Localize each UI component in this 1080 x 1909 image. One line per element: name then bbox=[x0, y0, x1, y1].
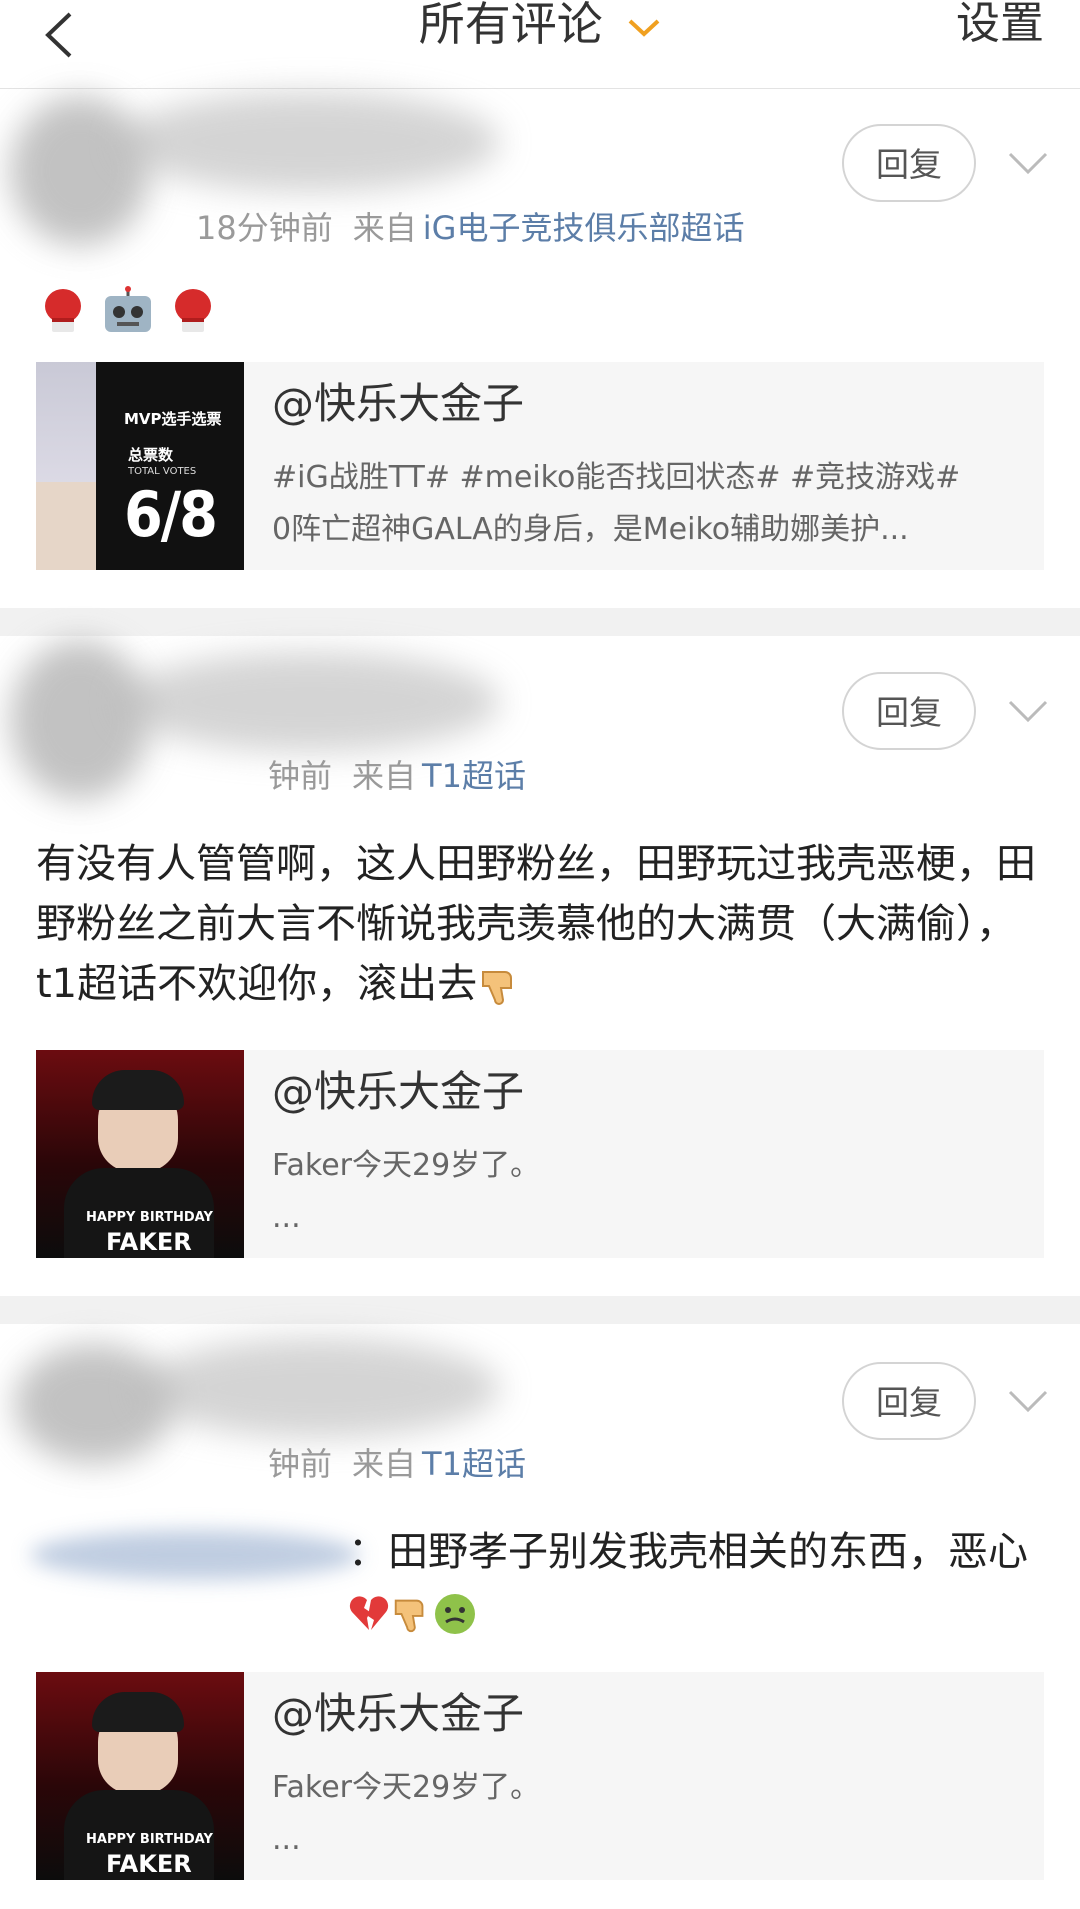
quoted-post-card[interactable]: MVP选手选票 总票数 TOTAL VOTES 6/8 @快乐大金子 #iG战胜… bbox=[36, 362, 1044, 570]
username-blurred bbox=[120, 652, 500, 752]
boxing-glove-icon bbox=[45, 289, 81, 332]
chevron-down-icon bbox=[628, 19, 660, 37]
top-bar: 所有评论 设置 bbox=[0, 0, 1080, 89]
thumbnail-caption: MVP选手选票 bbox=[124, 410, 222, 428]
username-blurred bbox=[120, 92, 500, 192]
username-blurred bbox=[140, 1338, 500, 1438]
comment-text: ：田野孝子别发我壳相关的东西，恶心 bbox=[348, 1529, 1028, 1575]
expand-chevron-icon[interactable] bbox=[1008, 150, 1048, 178]
reply-button[interactable]: 回复 bbox=[842, 672, 976, 750]
comment-meta: 18分钟前 来自 iG电子竞技俱乐部超话 bbox=[196, 208, 744, 248]
reply-button[interactable]: 回复 bbox=[842, 124, 976, 202]
thumbs-down-icon bbox=[482, 971, 513, 1005]
thumbnail-caption: FAKER bbox=[106, 1228, 192, 1256]
card-excerpt-line: Faker今天29岁了。 bbox=[272, 1770, 541, 1805]
comment-meta: 钟前 来自 T1超话 bbox=[268, 1444, 526, 1484]
post-thumbnail: HAPPY BIRTHDAY FAKER bbox=[36, 1050, 244, 1258]
card-excerpt: #iG战胜TT# #meiko能否找回状态# #竞技游戏# 0阵亡超神GALA的… bbox=[272, 452, 1022, 556]
comment-time: 钟前 bbox=[268, 757, 333, 795]
section-divider bbox=[0, 608, 1080, 636]
page-title-text: 所有评论 bbox=[418, 0, 603, 51]
avatar-blurred bbox=[10, 96, 150, 246]
thumbnail-caption: HAPPY BIRTHDAY bbox=[86, 1210, 213, 1225]
post-thumbnail: HAPPY BIRTHDAY FAKER bbox=[36, 1672, 244, 1880]
comment-time: 钟前 bbox=[268, 1445, 333, 1483]
card-excerpt: Faker今天29岁了。 ... bbox=[272, 1762, 1022, 1866]
comment-time: 18分钟前 bbox=[196, 209, 333, 247]
expand-chevron-icon[interactable] bbox=[1008, 1388, 1048, 1416]
topic-link[interactable]: T1超话 bbox=[422, 757, 526, 795]
emoji-row bbox=[40, 286, 216, 340]
topic-link[interactable]: T1超话 bbox=[422, 1445, 526, 1483]
card-excerpt-line: 0阵亡超神GALA的身后，是Meiko辅助娜美护... bbox=[272, 512, 909, 547]
thumbnail-caption: HAPPY BIRTHDAY bbox=[86, 1832, 213, 1847]
comment-source-label: 来自 bbox=[352, 209, 417, 247]
card-excerpt-line: Faker今天29岁了。 bbox=[272, 1148, 541, 1183]
card-excerpt: Faker今天29岁了。 ... bbox=[272, 1140, 1022, 1244]
card-author: @快乐大金子 bbox=[272, 1689, 525, 1738]
card-excerpt-line: ... bbox=[272, 1200, 301, 1235]
avatar-blurred bbox=[10, 640, 150, 800]
quoted-post-card[interactable]: HAPPY BIRTHDAY FAKER @快乐大金子 Faker今天29岁了。… bbox=[36, 1050, 1044, 1258]
card-excerpt-line: #iG战胜TT# #meiko能否找回状态# #竞技游戏# bbox=[272, 460, 961, 495]
settings-button[interactable]: 设置 bbox=[956, 0, 1044, 48]
thumbs-down-icon bbox=[394, 1599, 424, 1633]
thumbnail-caption: FAKER bbox=[106, 1850, 192, 1878]
thumbnail-vote-count: 6/8 bbox=[124, 478, 218, 551]
section-divider bbox=[0, 1296, 1080, 1324]
topic-link[interactable]: iG电子竞技俱乐部超话 bbox=[423, 209, 745, 247]
comment-source-label: 来自 bbox=[352, 1445, 417, 1483]
card-excerpt-line: ... bbox=[272, 1822, 301, 1857]
quoted-post-card[interactable]: HAPPY BIRTHDAY FAKER @快乐大金子 Faker今天29岁了。… bbox=[36, 1672, 1044, 1880]
comment-meta: 钟前 来自 T1超话 bbox=[268, 756, 526, 796]
thumbnail-caption: 总票数 bbox=[128, 446, 174, 464]
expand-chevron-icon[interactable] bbox=[1008, 698, 1048, 726]
nauseated-face-icon bbox=[435, 1594, 475, 1634]
comment-text: 有没有人管管啊，这人田野粉丝，田野玩过我壳恶梗，田野粉丝之前大言不惭说我壳羡慕他… bbox=[36, 841, 1036, 1007]
broken-heart-icon bbox=[349, 1596, 389, 1630]
comment-body: ：田野孝子别发我壳相关的东西，恶心 bbox=[36, 1522, 1046, 1642]
thumbnail-caption: TOTAL VOTES bbox=[128, 466, 197, 477]
post-thumbnail: MVP选手选票 总票数 TOTAL VOTES 6/8 bbox=[36, 362, 244, 570]
comment-body: 有没有人管管啊，这人田野粉丝，田野玩过我壳恶梗，田野粉丝之前大言不惭说我壳羡慕他… bbox=[36, 834, 1046, 1014]
comment-source-label: 来自 bbox=[352, 757, 417, 795]
reply-button[interactable]: 回复 bbox=[842, 1362, 976, 1440]
robot-face-icon bbox=[105, 286, 152, 332]
card-author: @快乐大金子 bbox=[272, 379, 525, 428]
card-author: @快乐大金子 bbox=[272, 1067, 525, 1116]
page-title[interactable]: 所有评论 bbox=[0, 0, 1080, 50]
boxing-glove-icon bbox=[175, 289, 212, 332]
